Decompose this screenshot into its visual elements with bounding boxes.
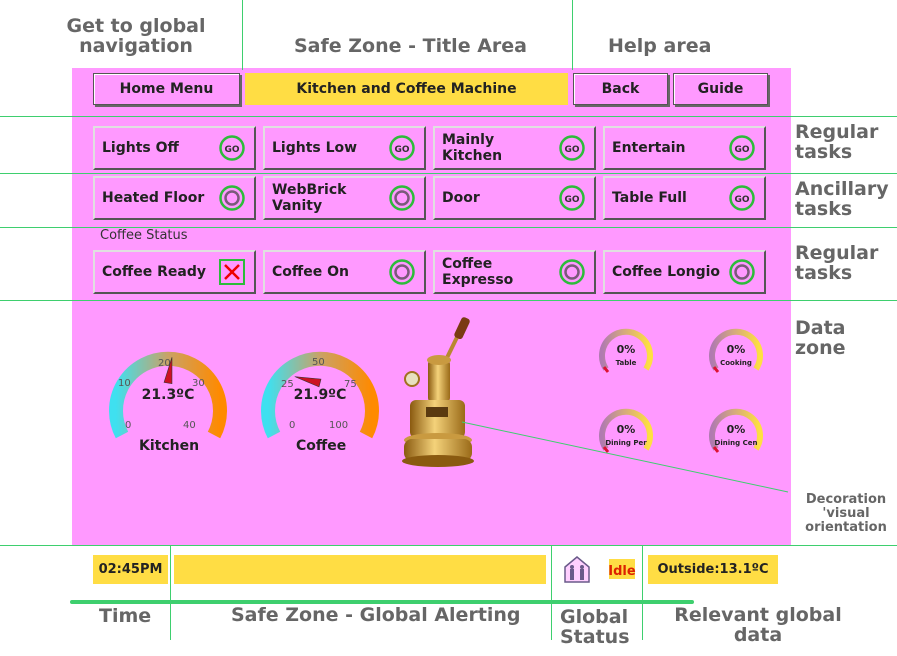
- task-button[interactable]: Table Full GO: [603, 176, 766, 220]
- ring-icon: [559, 259, 585, 285]
- gauge-reading: 21.3ºC: [142, 387, 195, 403]
- go-icon: GO: [559, 185, 585, 211]
- gauge-tick: 0: [289, 420, 295, 431]
- task-button[interactable]: Coffee Longio: [603, 250, 766, 294]
- annotation-global-alerting: Safe Zone - Global Alerting: [231, 604, 521, 626]
- outside-temperature: Outside:13.1ºC: [648, 555, 778, 584]
- task-label: Heated Floor: [102, 190, 205, 206]
- task-label: Coffee Longio: [612, 264, 721, 280]
- annotation-time: Time: [99, 605, 152, 627]
- gauge-tick: 40: [183, 420, 196, 431]
- ring-icon: [729, 259, 755, 285]
- idle-status-icon: Idle: [608, 559, 636, 579]
- time-display: 02:45PM: [93, 555, 168, 584]
- annotation-global-nav: Get to global navigation: [66, 15, 206, 57]
- light-level-dial[interactable]: 0% Cooking: [705, 325, 767, 377]
- task-button[interactable]: Lights Low GO: [263, 126, 426, 170]
- gauge-tick: 50: [312, 357, 325, 368]
- guide-line: [242, 0, 243, 70]
- annotation-ancillary-tasks: Ancillary tasks: [795, 178, 889, 220]
- go-text: GO: [564, 145, 579, 155]
- annotation-title-area: Safe Zone - Title Area: [294, 35, 527, 57]
- guide-line: [0, 545, 897, 546]
- annotation-global-status: Global Status: [560, 606, 630, 648]
- back-button[interactable]: Back: [573, 73, 668, 105]
- guide-line: [572, 0, 573, 70]
- kitchen-gauge: 10 20 30 0 40 21.3ºC: [109, 351, 227, 439]
- task-button[interactable]: Coffee On: [263, 250, 426, 294]
- go-text: GO: [734, 195, 749, 205]
- task-button[interactable]: Door GO: [433, 176, 596, 220]
- task-button[interactable]: Mainly Kitchen GO: [433, 126, 596, 170]
- task-label: Mainly Kitchen: [442, 132, 503, 164]
- idle-status-text: Idle: [608, 564, 636, 579]
- task-label: Lights Low: [272, 140, 358, 156]
- annotation-help-area: Help area: [608, 35, 712, 57]
- gauge-tick: 10: [118, 378, 131, 389]
- task-button[interactable]: Lights Off GO: [93, 126, 256, 170]
- go-text: GO: [734, 145, 749, 155]
- coffee-gauge: 25 50 75 0 100 21.9ºC: [261, 351, 379, 439]
- task-label: Entertain: [612, 140, 686, 156]
- annotation-regular-tasks: Regular tasks: [795, 121, 879, 163]
- coffee-status-label: Coffee Status: [100, 228, 188, 243]
- guide-line: [551, 545, 552, 640]
- task-button[interactable]: Coffee Expresso: [433, 250, 596, 294]
- annotation-data-zone: Data zone: [795, 317, 846, 359]
- task-label: Coffee Ready: [102, 264, 206, 280]
- guide-button[interactable]: Guide: [673, 73, 768, 105]
- gauge-reading: 21.9ºC: [294, 387, 347, 403]
- dial-name: Cooking: [720, 359, 752, 367]
- global-alert-bar: [174, 555, 546, 584]
- dial-percent: 0%: [617, 343, 636, 356]
- annotation-decoration: Decoration 'visual orientation: [805, 492, 887, 535]
- ring-icon: [219, 185, 245, 211]
- gauge-tick: 100: [329, 420, 348, 431]
- ring-icon: [389, 185, 415, 211]
- go-icon: GO: [729, 135, 755, 161]
- page-title: Kitchen and Coffee Machine: [245, 73, 568, 105]
- go-text: GO: [564, 195, 579, 205]
- task-label: Door: [442, 190, 480, 206]
- go-icon: GO: [219, 135, 245, 161]
- gauge-needle: [294, 376, 322, 388]
- go-text: GO: [394, 145, 409, 155]
- kitchen-gauge-label: Kitchen: [139, 438, 200, 454]
- dial-percent: 0%: [727, 343, 746, 356]
- go-icon: GO: [389, 135, 415, 161]
- dial-name: Table: [616, 359, 637, 367]
- home-menu-button[interactable]: Home Menu: [93, 73, 240, 105]
- cross-icon: [219, 259, 245, 285]
- coffee-gauge-label: Coffee: [296, 438, 347, 454]
- gauge-tick: 25: [281, 379, 294, 390]
- task-button[interactable]: WebBrick Vanity: [263, 176, 426, 220]
- go-icon: GO: [729, 185, 755, 211]
- guide-line: [0, 116, 897, 117]
- guide-line: [0, 227, 897, 228]
- task-label: Coffee Expresso: [442, 256, 514, 288]
- light-level-dial[interactable]: 0% Table: [595, 325, 657, 377]
- task-label: Lights Off: [102, 140, 179, 156]
- pointer-line: [461, 421, 789, 493]
- go-icon: GO: [559, 135, 585, 161]
- gauge-tick: 0: [125, 420, 131, 431]
- task-label: WebBrick Vanity: [272, 182, 347, 214]
- ring-icon: [389, 259, 415, 285]
- annotation-relevant-data: Relevant global data: [674, 604, 842, 646]
- home-status-icon[interactable]: [562, 554, 592, 584]
- guide-line: [170, 545, 171, 640]
- guide-line: [0, 173, 897, 174]
- task-button[interactable]: Coffee Ready: [93, 250, 256, 294]
- guide-line: [642, 545, 643, 640]
- task-button[interactable]: Entertain GO: [603, 126, 766, 170]
- guide-line: [0, 300, 897, 301]
- task-label: Coffee On: [272, 264, 349, 280]
- task-label: Table Full: [612, 190, 687, 206]
- annotation-regular-tasks-2: Regular tasks: [795, 242, 879, 284]
- task-button[interactable]: Heated Floor: [93, 176, 256, 220]
- go-text: GO: [224, 145, 239, 155]
